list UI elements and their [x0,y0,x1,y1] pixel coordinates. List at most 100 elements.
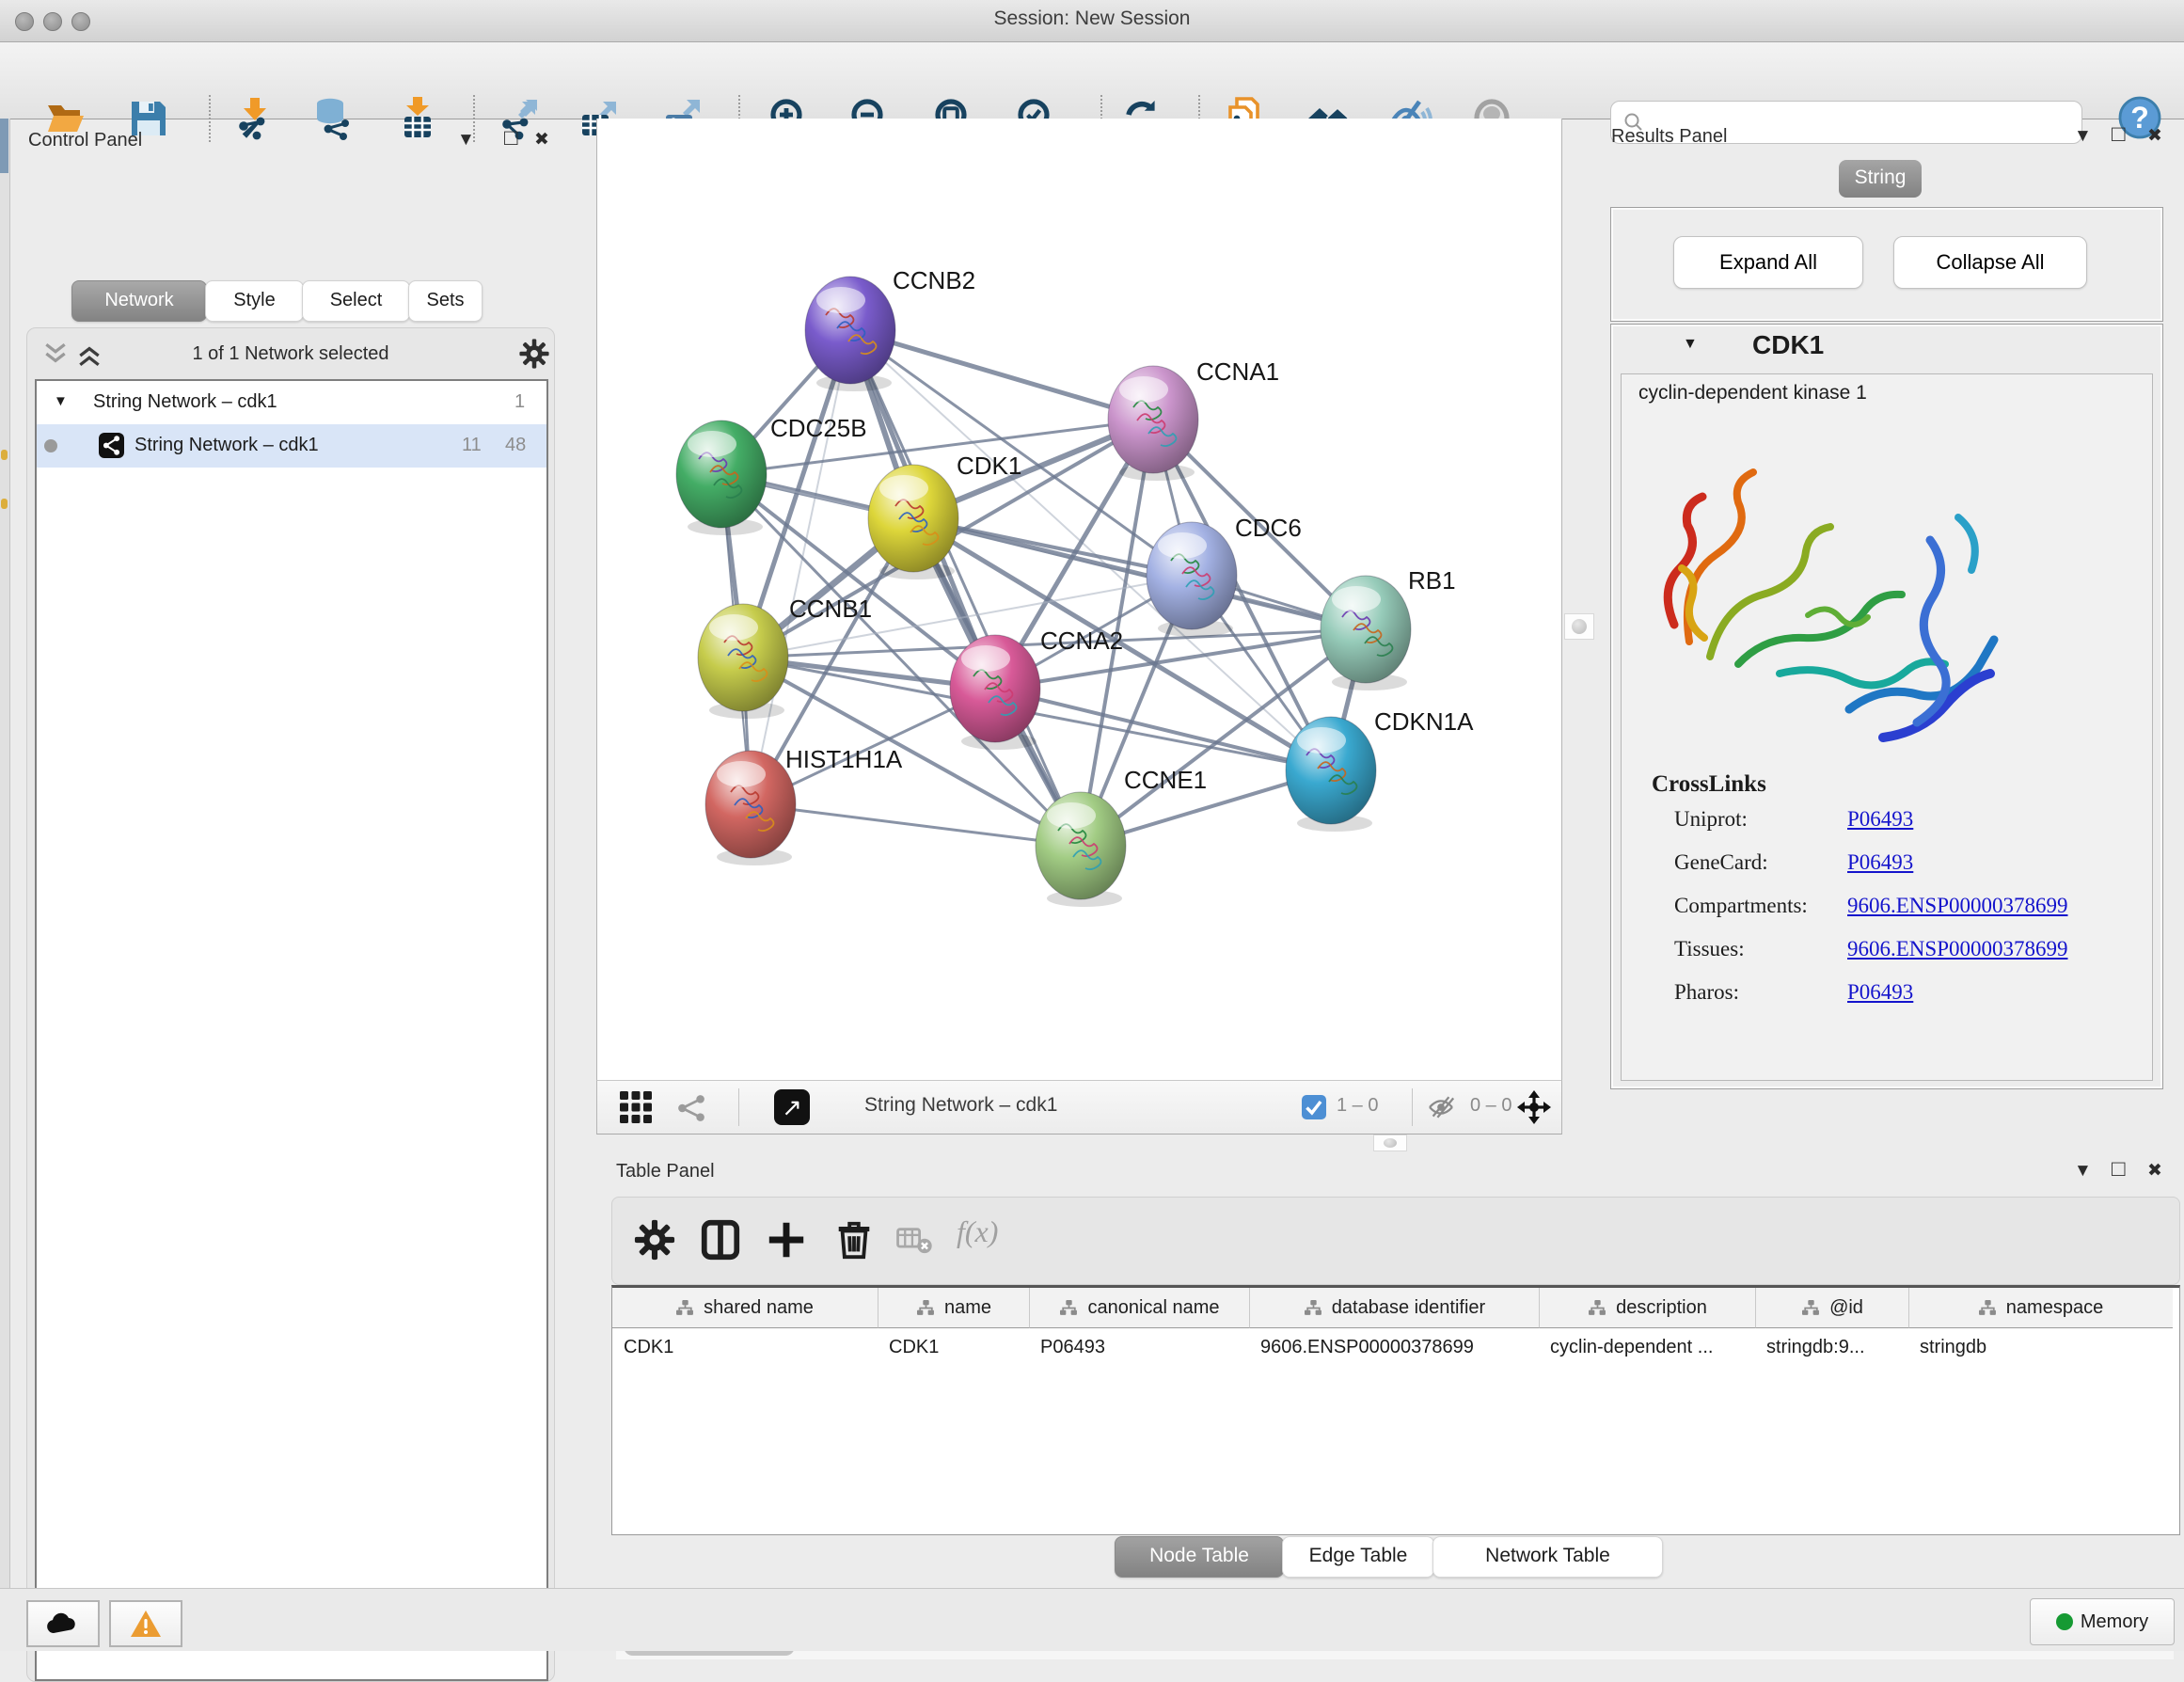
cloud-button[interactable] [26,1600,100,1647]
column-header-shared-name[interactable]: shared name [612,1288,878,1328]
crosslink-row: Pharos: P06493 [1622,980,2152,1023]
collapse-panel-icon[interactable]: ▼ [2074,124,2092,149]
network-collection-row[interactable]: ▼ String Network – cdk1 1 [37,381,546,424]
memory-button[interactable]: Memory [2030,1598,2175,1645]
node-label: CDC6 [1235,514,1302,542]
fit-selected-crosshair-icon[interactable] [1516,1090,1552,1124]
column-header-id[interactable]: @id [1755,1288,1909,1328]
close-panel-icon[interactable]: ✖ [2147,1159,2162,1183]
toolbar-separator [738,1088,739,1126]
table-panel: Table Panel ▼ □ ✖ f(x) shared name name … [609,1153,2184,1588]
open-in-window-icon[interactable]: ↗ [774,1089,810,1125]
tab-select[interactable]: Select [302,280,410,322]
network-edge[interactable] [751,330,850,804]
network-node-CCNB2[interactable]: CCNB2 [805,266,975,391]
tab-edge-table[interactable]: Edge Table [1282,1536,1434,1578]
table-cell[interactable]: CDK1 [612,1328,878,1366]
collapse-all-networks-icon[interactable] [42,341,69,368]
network-node-CCNE1[interactable]: CCNE1 [1036,766,1207,907]
crosslink-link[interactable]: P06493 [1847,850,1913,875]
network-row-selected[interactable]: String Network – cdk1 11 48 [37,424,546,468]
close-panel-icon[interactable]: ✖ [2147,124,2162,149]
network-node-CCNB1[interactable]: CCNB1 [698,595,872,719]
warnings-button[interactable] [109,1600,182,1647]
crosslinks-title: CrossLinks [1652,771,1766,798]
network-edge[interactable] [850,330,1153,420]
crosslink-row: Tissues: 9606.ENSP00000378699 [1622,937,2152,980]
network-node-CDKN1A[interactable]: CDKN1A [1286,707,1474,832]
collapse-panel-icon[interactable]: ▼ [457,128,475,152]
tab-style[interactable]: Style [205,280,304,322]
gene-result-section: ▼ CDK1 cyclin-dependent kinase 1 [1610,324,2163,1089]
collapse-all-button[interactable]: Collapse All [1893,236,2087,289]
table-options-gear-icon[interactable] [633,1218,676,1262]
gene-header-row[interactable]: ▼ CDK1 [1611,325,2162,372]
hidden-node-edge-counts: 0 – 0 [1470,1095,1511,1117]
protein-structure-image [1648,427,2015,785]
network-node-CCNA1[interactable]: CCNA1 [1108,357,1279,481]
tab-node-table[interactable]: Node Table [1115,1536,1284,1578]
crosslink-link[interactable]: 9606.ENSP00000378699 [1847,894,2068,918]
table-panel-title: Table Panel [616,1161,715,1182]
network-edge[interactable] [751,804,1081,846]
selected-checkbox-icon[interactable] [1302,1095,1326,1119]
network-node-RB1[interactable]: RB1 [1321,566,1456,690]
tab-network[interactable]: Network [71,280,207,322]
tab-string[interactable]: String [1839,160,1922,198]
control-panel: Control Panel ▼ □ ✖ Network Style Select… [11,122,557,1571]
column-header-description[interactable]: description [1539,1288,1756,1328]
network-list-group: 1 of 1 Network selected ▼ String Network… [26,327,555,1682]
node-label: RB1 [1408,566,1456,595]
add-column-plus-icon[interactable] [765,1218,808,1262]
close-panel-icon[interactable]: ✖ [534,128,549,152]
network-status-dot-icon [44,439,57,452]
node-label: CCNB2 [893,266,975,294]
table-cell[interactable]: P06493 [1029,1328,1249,1366]
gene-collapse-triangle-icon[interactable]: ▼ [1683,336,1698,353]
selected-node-edge-counts: 1 – 0 [1337,1095,1378,1117]
table-cell[interactable]: 9606.ENSP00000378699 [1249,1328,1539,1366]
collection-name: String Network – cdk1 [93,391,277,413]
table-toolbar: f(x) [611,1197,2180,1285]
collapse-panel-icon[interactable]: ▼ [2074,1159,2092,1183]
table-cell[interactable]: CDK1 [878,1328,1029,1366]
string-network-graph[interactable]: CCNB2CCNA1CDC25BCDK1CDC6RB1CCNB1CCNA2CDK… [597,119,1561,1080]
tab-sets[interactable]: Sets [408,280,483,322]
crosslink-link[interactable]: P06493 [1847,807,1913,832]
right-splitter-grip[interactable] [1564,613,1594,640]
network-node-CDC6[interactable]: CDC6 [1147,514,1302,637]
table-cell[interactable]: cyclin-dependent ... [1539,1328,1755,1366]
network-node-CDC25B[interactable]: CDC25B [676,414,867,535]
hidden-eye-slash-icon[interactable] [1427,1096,1455,1119]
background-window-edge [0,119,10,1588]
show-columns-icon[interactable] [699,1218,742,1262]
collection-expand-triangle-icon[interactable]: ▼ [54,393,68,409]
network-edge-count: 48 [505,435,526,456]
column-header-name[interactable]: name [878,1288,1030,1328]
network-node-HIST1H1A[interactable]: HIST1H1A [705,745,903,865]
crosslink-link[interactable]: 9606.ENSP00000378699 [1847,937,2068,961]
table-cell[interactable]: stringdb [1908,1328,2172,1366]
float-panel-icon[interactable]: □ [2112,122,2126,147]
bottom-splitter-grip[interactable] [1373,1135,1407,1151]
results-panel-title: Results Panel [1611,126,1727,148]
node-label: CCNA2 [1040,627,1123,655]
tab-network-table[interactable]: Network Table [1432,1536,1663,1578]
column-header-database-identifier[interactable]: database identifier [1249,1288,1540,1328]
expand-all-networks-icon[interactable] [76,341,103,368]
float-panel-icon[interactable]: □ [504,126,518,151]
table-cell[interactable]: stringdb:9... [1755,1328,1908,1366]
network-options-gear-icon[interactable] [518,338,550,370]
float-panel-icon[interactable]: □ [2112,1157,2126,1182]
expand-all-button[interactable]: Expand All [1673,236,1863,289]
column-header-namespace[interactable]: namespace [1908,1288,2173,1328]
crosslink-link[interactable]: P06493 [1847,980,1913,1005]
column-header-canonical-name[interactable]: canonical name [1029,1288,1250,1328]
network-share-icon[interactable] [676,1093,706,1123]
node-label: CCNB1 [789,595,872,623]
main-toolbar: ? [0,42,2184,119]
delete-column-trash-icon[interactable] [832,1218,876,1262]
grid-view-icon[interactable] [618,1090,654,1124]
network-canvas[interactable]: CCNB2CCNA1CDC25BCDK1CDC6RB1CCNB1CCNA2CDK… [596,119,1562,1080]
warning-icon [129,1609,163,1639]
